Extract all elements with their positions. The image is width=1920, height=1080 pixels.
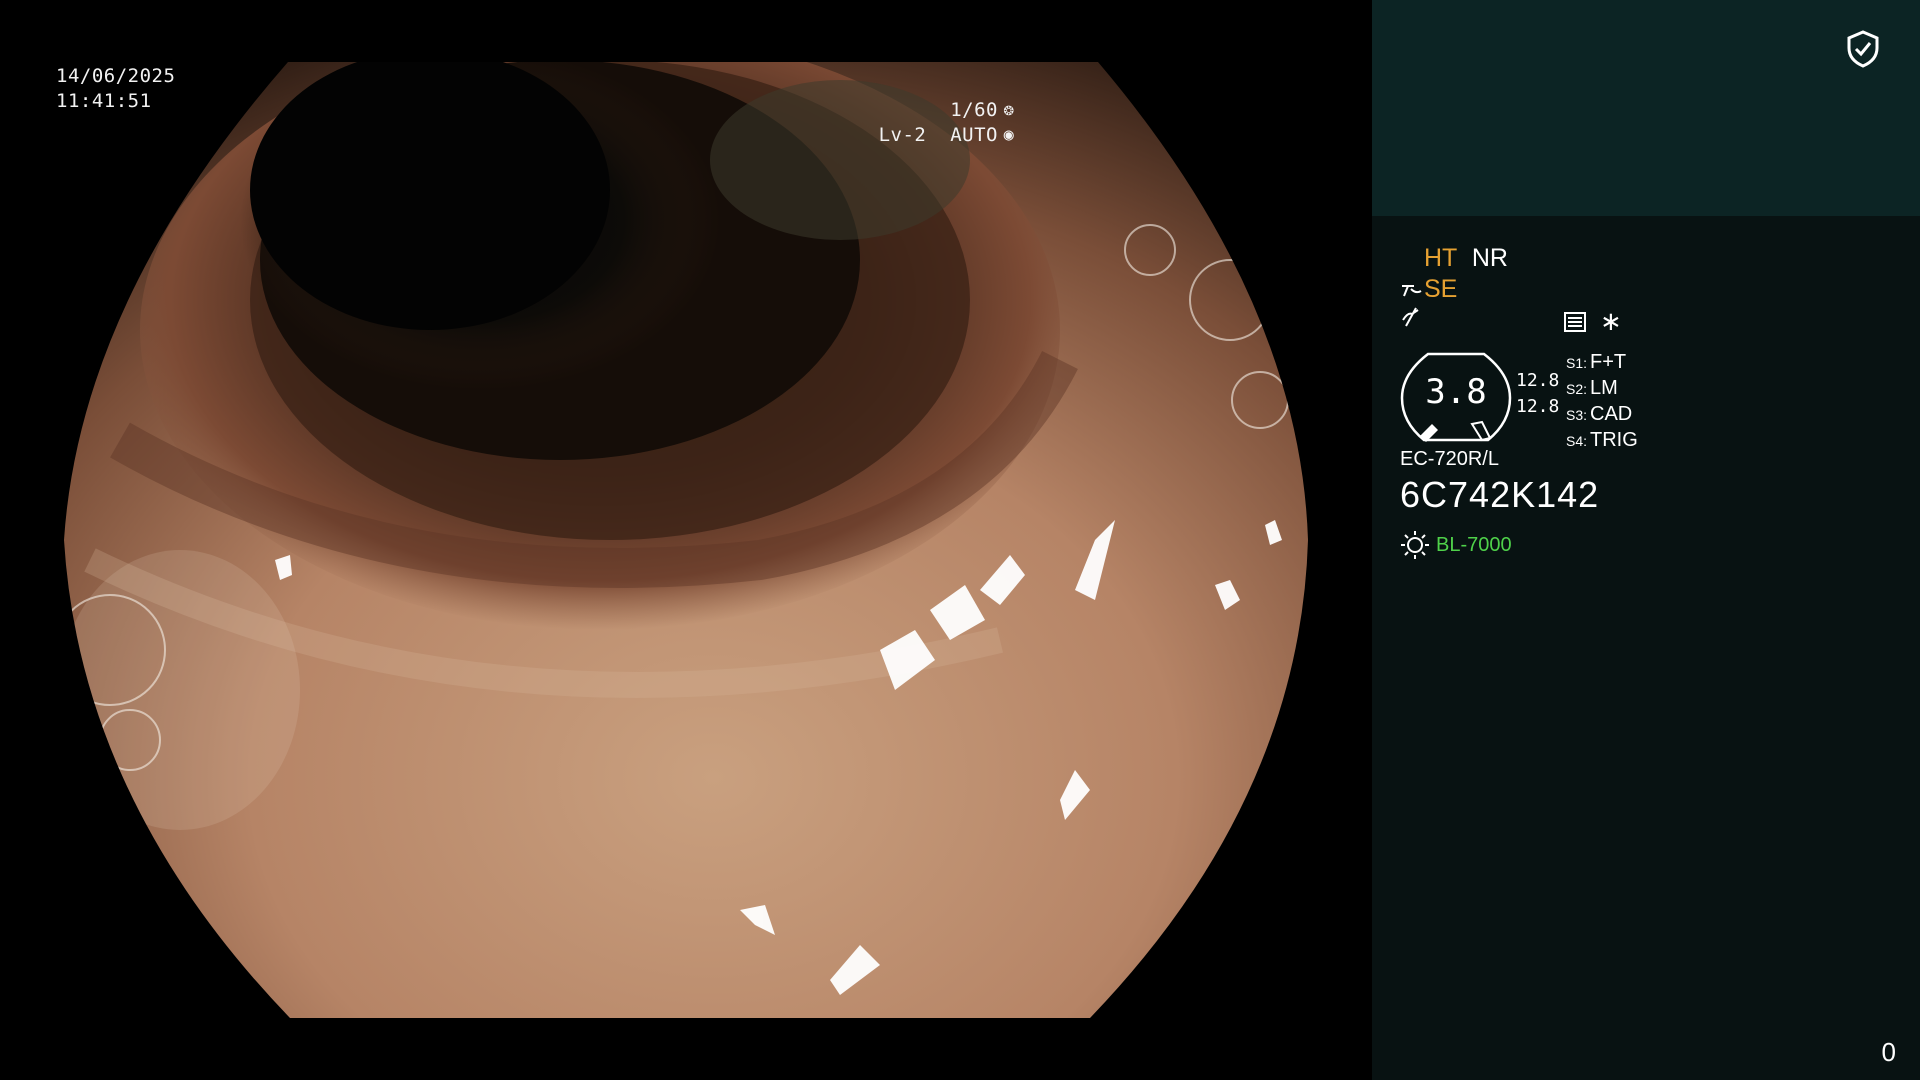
- light-source-icon: [1401, 531, 1429, 559]
- gauge-lower-value: 12.8: [1516, 396, 1560, 417]
- iris-icon: ◉: [1003, 125, 1015, 145]
- shield-check-icon: [1847, 30, 1879, 68]
- scope-serial: 6C742K142: [1400, 474, 1600, 515]
- status-panel: HT NR SE ∗ 3.8 12.8 12.8 S1: F+T S2: LM S3…: [1372, 0, 1920, 1080]
- endoscope-image-view: 14/06/2025 11:41:51 1/60 ❂ Lv-2 AUTO ◉: [0, 0, 1372, 1080]
- ht-label: HT: [1424, 244, 1457, 272]
- scope-model: EC-720R/L: [1400, 448, 1499, 470]
- mode-icons-row: ∗: [1564, 306, 1622, 337]
- structure-enhance-icon: [1402, 284, 1422, 296]
- time-text: 11:41:51: [56, 90, 152, 112]
- gauge-value: 3.8: [1425, 372, 1487, 412]
- iris-text: Lv-2 AUTO: [878, 124, 998, 146]
- switch-row: S2: LM: [1566, 377, 1618, 399]
- image-counter: 0: [1881, 1037, 1896, 1067]
- switch-assignments: S1: F+T S2: LM S3: CAD S4: TRIG: [1566, 350, 1638, 454]
- se-label: SE: [1424, 275, 1458, 303]
- contrast-row: [1400, 306, 1422, 334]
- switch-row: S4: TRIG: [1566, 429, 1638, 451]
- settings-list-icon: [1564, 311, 1586, 332]
- structure-enhance-row: SE: [1400, 275, 1457, 304]
- light-source-row: BL-7000: [1400, 530, 1512, 560]
- exposure-readout: 1/60 ❂ Lv-2 AUTO ◉: [879, 98, 1018, 148]
- switch-row: S3: CAD: [1566, 403, 1633, 425]
- gauge-side-values: 12.8 12.8: [1516, 368, 1559, 420]
- gauge-upper-value: 12.8: [1516, 370, 1560, 391]
- switch-row: S1: F+T: [1566, 351, 1627, 373]
- panel-header: [1372, 0, 1920, 216]
- nr-label: NR: [1471, 244, 1508, 272]
- aperture-icon: ❂: [1003, 100, 1015, 120]
- endoscopic-image: [64, 62, 1308, 1018]
- enhancement-row: HT NR: [1424, 244, 1508, 273]
- date-text: 14/06/2025: [56, 65, 176, 87]
- date-time-readout: 14/06/2025 11:41:51: [56, 64, 175, 114]
- contrast-icon: [1402, 307, 1419, 327]
- light-source-label: BL-7000: [1436, 533, 1512, 556]
- shutter-text: 1/60: [950, 99, 998, 121]
- asterisk-icon: ∗: [1600, 306, 1622, 336]
